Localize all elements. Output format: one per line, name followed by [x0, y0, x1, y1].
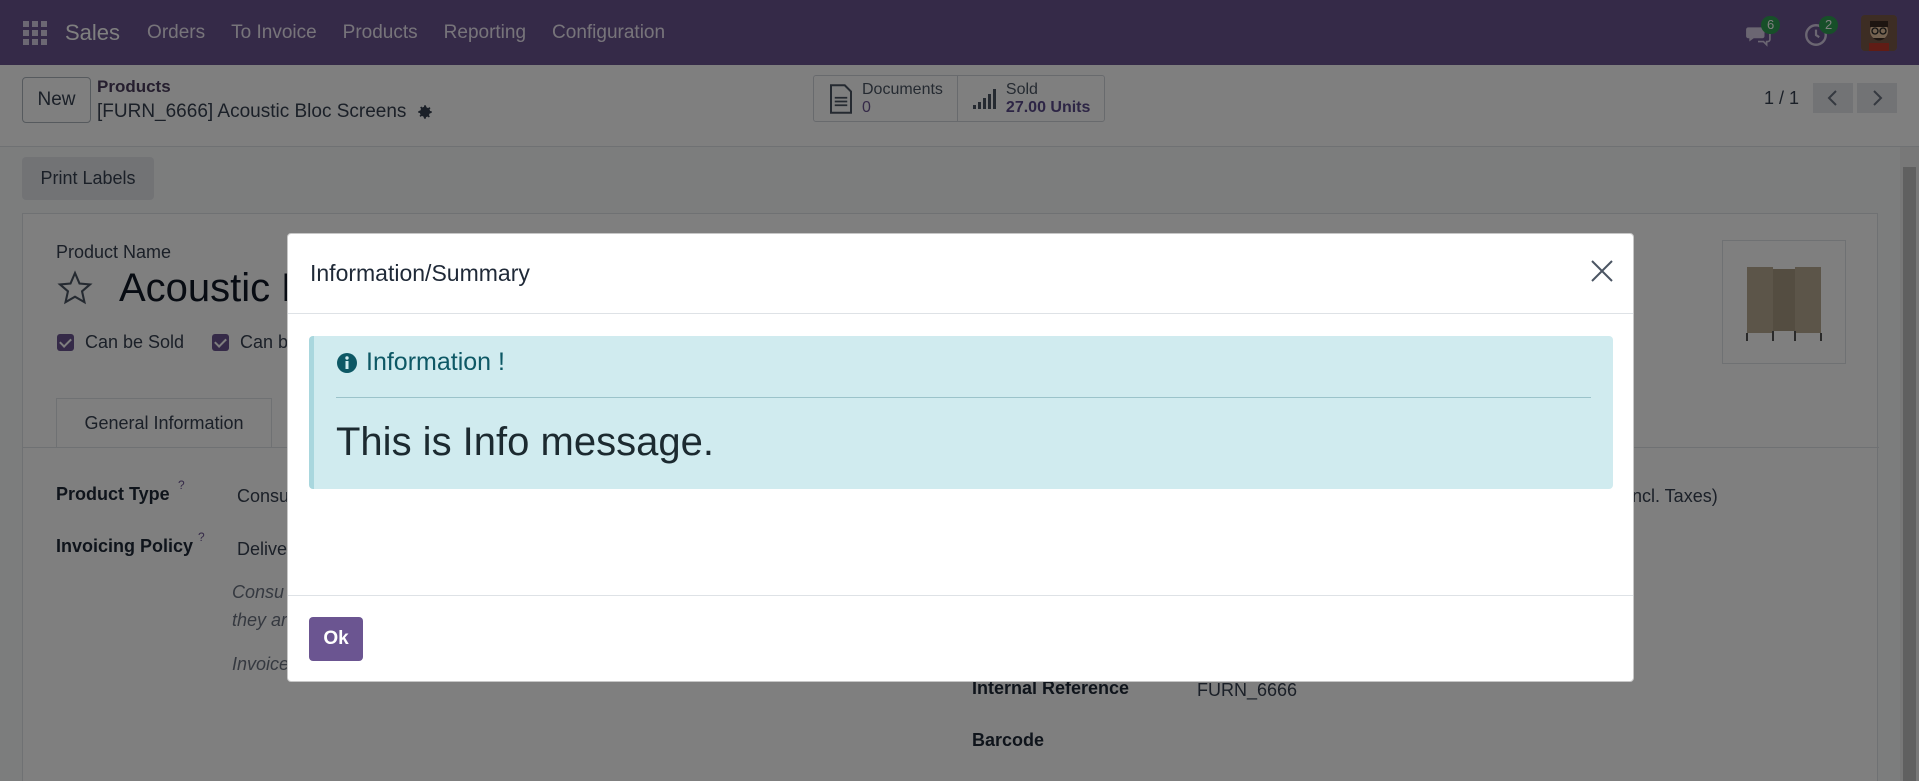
info-circle-icon — [337, 352, 357, 373]
alert-heading: Information ! — [336, 348, 505, 377]
ok-button[interactable]: Ok — [309, 617, 363, 661]
alert-divider — [336, 397, 1591, 398]
alert-message: This is Info message. — [336, 420, 714, 464]
dialog-title: Information/Summary — [310, 260, 530, 286]
alert-heading-text: Information ! — [366, 348, 505, 376]
dialog-body: Information ! This is Info message. — [288, 314, 1633, 595]
info-alert: Information ! This is Info message. — [309, 336, 1613, 489]
information-dialog: Information/Summary Information ! This i… — [287, 233, 1634, 682]
dialog-footer: Ok — [288, 595, 1633, 683]
close-icon[interactable] — [1589, 258, 1615, 284]
dialog-header: Information/Summary — [288, 234, 1633, 314]
